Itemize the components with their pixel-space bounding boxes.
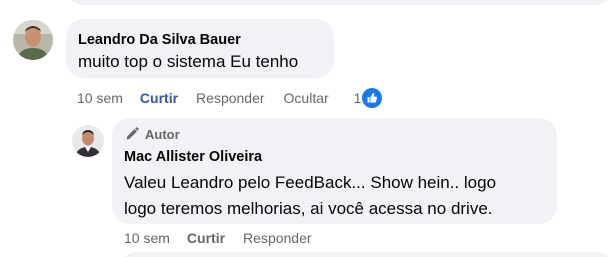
reply-author-name[interactable]: Mac Allister Oliveira: [124, 148, 545, 166]
previous-comment-bubble: [67, 0, 612, 5]
comment-author-name[interactable]: Leandro Da Silva Bauer: [78, 31, 322, 49]
pencil-icon: [126, 127, 139, 140]
next-comment-bubble: [122, 252, 612, 257]
comment-text: muito top o sistema Eu tenho: [78, 52, 299, 71]
like-reaction-icon[interactable]: [362, 88, 383, 108]
reply-text-line: logo teremos melhorias, ai você acessa n…: [124, 199, 493, 218]
comment-bubble: Leandro Da Silva Bauer muito top o siste…: [66, 19, 334, 78]
reply-text: Valeu Leandro pelo FeedBack... Show hein…: [124, 170, 545, 222]
reply-bubble: Autor Mac Allister Oliveira Valeu Leandr…: [112, 118, 557, 224]
like-button[interactable]: Curtir: [140, 90, 178, 106]
comment-actions: 10 sem Curtir Responder Ocultar 1: [77, 88, 383, 108]
author-badge: Autor: [124, 126, 545, 142]
avatar[interactable]: [13, 20, 53, 60]
author-badge-label: Autor: [145, 126, 180, 142]
avatar[interactable]: [72, 125, 104, 157]
reply-actions: 10 sem Curtir Responder: [124, 229, 331, 247]
reply-timestamp[interactable]: 10 sem: [124, 230, 170, 246]
reply-text-line: Valeu Leandro pelo FeedBack... Show hein…: [124, 173, 497, 192]
comment-timestamp[interactable]: 10 sem: [77, 90, 123, 106]
like-button[interactable]: Curtir: [187, 230, 225, 246]
reply-button[interactable]: Responder: [196, 90, 265, 106]
reaction-count[interactable]: 1: [354, 90, 362, 106]
reply-button[interactable]: Responder: [243, 230, 312, 246]
hide-button[interactable]: Ocultar: [284, 90, 329, 106]
